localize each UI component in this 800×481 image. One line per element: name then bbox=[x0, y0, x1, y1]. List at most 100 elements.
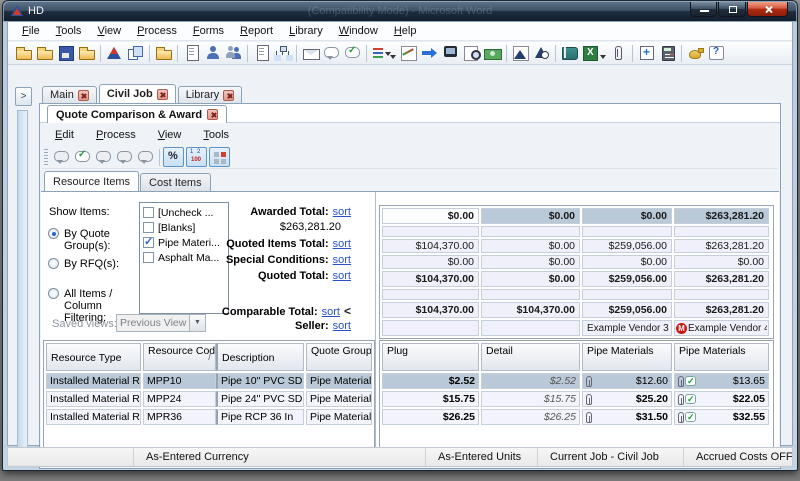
menu-help[interactable]: Help bbox=[386, 23, 425, 39]
saved-views-combo[interactable]: Previous View ▼ bbox=[116, 314, 206, 332]
toggle-grid-icon[interactable] bbox=[209, 147, 230, 167]
tab-quote-comparison[interactable]: Quote Comparison & Award bbox=[47, 105, 227, 123]
award-quote-icon[interactable] bbox=[73, 148, 92, 166]
sidebar-expand-button[interactable]: > bbox=[15, 87, 32, 106]
edit-folder-icon[interactable] bbox=[154, 44, 173, 62]
tab-library[interactable]: Library bbox=[178, 86, 243, 103]
col-quote-group[interactable]: Quote Group bbox=[306, 343, 372, 371]
open-estimate-icon[interactable] bbox=[14, 44, 33, 62]
radio-by-quote-group-icon[interactable] bbox=[48, 228, 59, 239]
menu-report[interactable]: Report bbox=[232, 23, 281, 39]
col-resource-code[interactable]: Resource Code bbox=[143, 343, 216, 371]
comment-bubble-icon[interactable] bbox=[322, 44, 341, 62]
checkbox-icon[interactable] bbox=[143, 252, 154, 263]
list-item[interactable]: Asphalt Ma... bbox=[141, 250, 227, 265]
seller-vendor4-cell[interactable]: M Example Vendor 4 DBE bbox=[674, 320, 769, 336]
employee-icon[interactable] bbox=[203, 44, 222, 62]
comparable-sort-link[interactable]: sort bbox=[322, 306, 340, 318]
close-button[interactable] bbox=[747, 2, 788, 17]
tab-civil-job-close-icon[interactable] bbox=[157, 89, 168, 100]
checkbox-icon[interactable] bbox=[143, 222, 154, 233]
awarded-sort-link[interactable]: sort bbox=[333, 206, 351, 218]
save-icon[interactable] bbox=[56, 44, 75, 62]
menu-file[interactable]: File bbox=[14, 23, 48, 39]
excel-dropdown-icon[interactable] bbox=[600, 55, 606, 59]
col-detail[interactable]: Detail bbox=[481, 343, 580, 371]
unaward-quote-icon[interactable] bbox=[94, 148, 113, 166]
heavybid-logo-icon[interactable] bbox=[105, 44, 124, 62]
quote-group-list[interactable]: [Uncheck ... [Blanks] Pipe Materi... bbox=[139, 202, 229, 314]
open-folder-icon[interactable] bbox=[35, 44, 54, 62]
send-document-icon[interactable] bbox=[182, 44, 201, 62]
tab-quote-comparison-close-icon[interactable] bbox=[207, 109, 218, 120]
checkbox-checked-icon[interactable] bbox=[143, 237, 154, 248]
title-bar[interactable]: (Compatibility Mode) - Microsoft Word HD bbox=[4, 2, 796, 21]
add-icon[interactable] bbox=[637, 44, 656, 62]
minimize-button[interactable] bbox=[690, 2, 717, 17]
menu-library[interactable]: Library bbox=[281, 23, 331, 39]
list-item[interactable]: Pipe Materi... bbox=[141, 235, 227, 250]
mountain-chart-icon[interactable] bbox=[511, 44, 530, 62]
address-book-icon[interactable] bbox=[560, 44, 579, 62]
mail-icon[interactable] bbox=[301, 44, 320, 62]
quote-bubble-icon[interactable] bbox=[52, 148, 71, 166]
chart-search-icon[interactable] bbox=[462, 44, 481, 62]
special-conditions-sort-link[interactable]: sort bbox=[333, 254, 351, 266]
radio-by-rfq-icon[interactable] bbox=[48, 258, 59, 269]
list-item[interactable]: [Uncheck ... bbox=[141, 205, 227, 220]
panel-menu-tools[interactable]: Tools bbox=[192, 127, 240, 143]
quoted-items-sort-link[interactable]: sort bbox=[333, 238, 351, 250]
raise-quote-icon[interactable] bbox=[115, 148, 134, 166]
radio-by-quote-group[interactable]: By Quote Group(s): bbox=[48, 228, 138, 252]
col-pipe-materials-2[interactable]: Pipe Materials bbox=[674, 343, 769, 371]
find-people-icon[interactable] bbox=[224, 44, 243, 62]
pane-splitter[interactable] bbox=[375, 192, 376, 465]
tab-main[interactable]: Main bbox=[42, 86, 97, 103]
tab-civil-job[interactable]: Civil Job bbox=[99, 84, 176, 103]
tab-resource-items[interactable]: Resource Items bbox=[44, 171, 139, 191]
sort-levels-icon[interactable] bbox=[371, 44, 390, 62]
list-item[interactable]: [Blanks] bbox=[141, 220, 227, 235]
radio-all-items-icon[interactable] bbox=[48, 288, 59, 299]
col-pipe-materials-1[interactable]: Pipe Materials bbox=[582, 343, 672, 371]
menu-forms[interactable]: Forms bbox=[185, 23, 232, 39]
panel-menu-process[interactable]: Process bbox=[85, 127, 147, 143]
attachment-icon[interactable] bbox=[609, 44, 628, 62]
tab-library-close-icon[interactable] bbox=[223, 90, 234, 101]
compass-icon[interactable] bbox=[532, 44, 551, 62]
seller-sort-link[interactable]: sort bbox=[333, 320, 351, 332]
checkbox-icon[interactable] bbox=[143, 207, 154, 218]
col-plug[interactable]: Plug bbox=[382, 343, 479, 371]
trend-chart-icon[interactable] bbox=[399, 44, 418, 62]
excel-icon[interactable] bbox=[581, 44, 600, 62]
menu-window[interactable]: Window bbox=[331, 23, 386, 39]
export-arrow-icon[interactable] bbox=[420, 44, 439, 62]
panel-menu-edit[interactable]: Edit bbox=[44, 127, 85, 143]
monitor-icon[interactable] bbox=[441, 44, 460, 62]
combo-dropdown-icon[interactable]: ▼ bbox=[189, 315, 205, 331]
toggle-unit-price-icon[interactable]: 1 2100 bbox=[186, 147, 207, 167]
help-icon[interactable] bbox=[707, 44, 726, 62]
menu-process[interactable]: Process bbox=[129, 23, 185, 39]
collapsed-sidebar[interactable] bbox=[17, 110, 28, 460]
money-icon[interactable] bbox=[483, 44, 502, 62]
maximize-button[interactable] bbox=[718, 2, 746, 17]
col-description[interactable]: Description bbox=[216, 343, 304, 371]
close-estimate-icon[interactable] bbox=[77, 44, 96, 62]
col-resource-type[interactable]: Resource Type bbox=[46, 343, 141, 371]
lower-quote-icon[interactable] bbox=[136, 148, 155, 166]
quoted-total-sort-link[interactable]: sort bbox=[333, 270, 351, 282]
toggle-percent-icon[interactable]: % bbox=[163, 147, 184, 167]
new-document-icon[interactable] bbox=[252, 44, 271, 62]
toolbar-grip[interactable] bbox=[44, 149, 48, 165]
menu-tools[interactable]: Tools bbox=[48, 23, 90, 39]
copy-icon[interactable] bbox=[126, 44, 145, 62]
lamp-icon[interactable] bbox=[686, 44, 705, 62]
tab-main-close-icon[interactable] bbox=[78, 90, 89, 101]
approved-bubble-icon[interactable] bbox=[343, 44, 362, 62]
menu-view[interactable]: View bbox=[89, 23, 129, 39]
radio-by-rfq[interactable]: By RFQ(s): bbox=[48, 258, 119, 270]
calculator-icon[interactable] bbox=[658, 44, 677, 62]
tab-cost-items[interactable]: Cost Items bbox=[140, 173, 211, 191]
org-chart-icon[interactable] bbox=[273, 44, 292, 62]
